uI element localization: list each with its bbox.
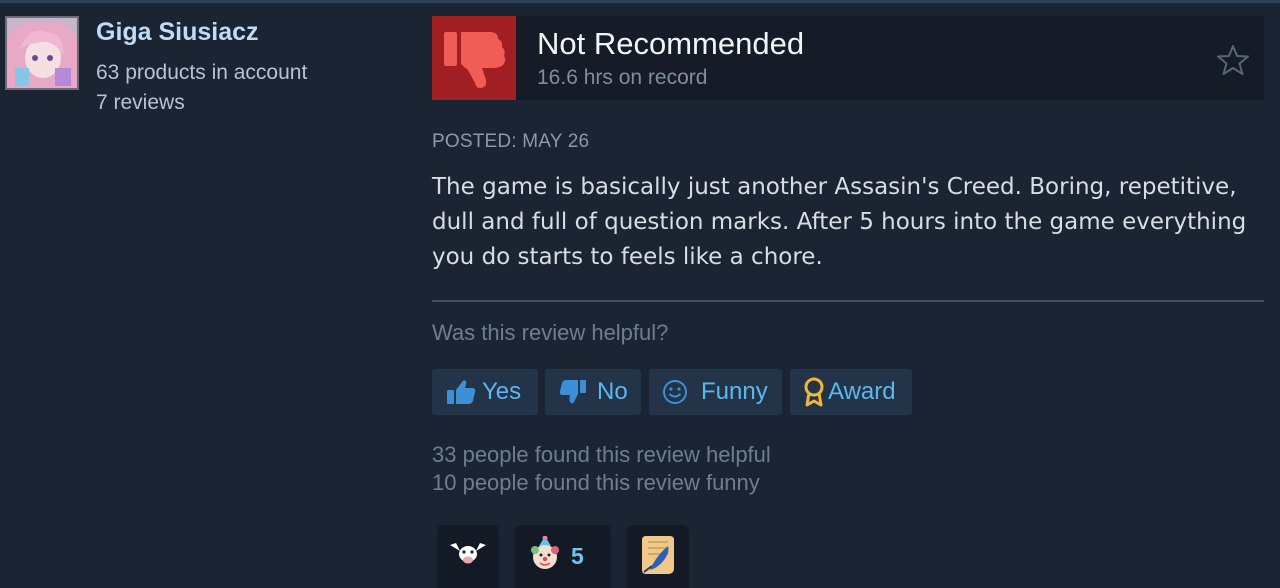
clown-award-icon (529, 535, 561, 577)
author-name[interactable]: Giga Siusiacz (96, 18, 259, 47)
thumbs-up-icon (446, 379, 476, 405)
author-products[interactable]: 63 products in account (96, 61, 307, 85)
award-tile[interactable]: 5 (515, 525, 611, 588)
helpful-count: 33 people found this review helpful (432, 442, 771, 467)
award-count: 5 (571, 543, 584, 569)
funny-button[interactable]: Funny (649, 369, 782, 415)
top-border (0, 0, 1280, 3)
yes-button[interactable]: Yes (432, 369, 538, 415)
helpful-question: Was this review helpful? (432, 320, 669, 345)
award-ribbon-icon (803, 377, 825, 407)
avatar[interactable] (5, 16, 79, 90)
vote-title: Not Recommended (537, 26, 805, 61)
thumbs-down-icon (559, 379, 587, 405)
yes-label: Yes (482, 378, 522, 405)
vote-header: Not Recommended 16.6 hrs on record (432, 16, 1264, 100)
hours-on-record: 16.6 hrs on record (537, 66, 708, 89)
award-label: Award (828, 378, 896, 405)
star-icon[interactable] (1216, 44, 1250, 76)
award-tile[interactable] (627, 525, 689, 588)
funny-label: Funny (701, 378, 768, 405)
thumbs-down-icon (432, 16, 516, 100)
review-text: The game is basically just another Assas… (432, 174, 1247, 270)
divider (432, 300, 1264, 302)
award-button[interactable]: Award (790, 369, 912, 415)
posted-date: POSTED: MAY 26 (432, 131, 590, 152)
smiley-icon (661, 378, 689, 406)
cow-award-icon (446, 539, 490, 574)
no-label: No (597, 378, 628, 405)
scroll-award-icon (638, 532, 678, 581)
author-reviews[interactable]: 7 reviews (96, 91, 185, 115)
award-tile[interactable] (437, 525, 499, 588)
funny-count: 10 people found this review funny (432, 470, 760, 495)
no-button[interactable]: No (545, 369, 641, 415)
